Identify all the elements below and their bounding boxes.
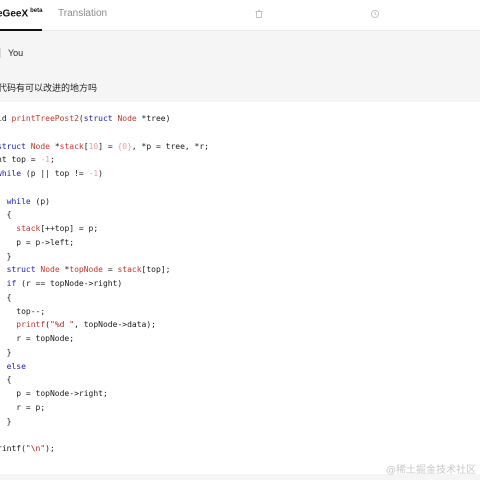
tab-codegeex[interactable]: eGeeX beta xyxy=(0,8,43,31)
code-line: struct Node *stack[10] = {0}, *p = tree,… xyxy=(0,141,209,151)
code-line: while (p) xyxy=(6,196,50,206)
code-line: printf("%d ", topNode->data); xyxy=(16,320,156,330)
code-line: struct Node *topNode = stack[top]; xyxy=(6,265,171,275)
code-line: } xyxy=(6,251,12,261)
code-line: r = p; xyxy=(0,402,46,412)
watermark: @稀土掘金技术社区 xyxy=(386,465,476,476)
code-line: while (p || top != -1) xyxy=(0,169,103,178)
code-line: r = topNode; xyxy=(0,334,75,343)
code-line: p = p->left; xyxy=(0,237,75,247)
avatar xyxy=(0,48,1,58)
code-line: { xyxy=(6,375,12,385)
code-line: id printTreePost2(struct Node *tree) xyxy=(0,114,171,123)
user-question: 代码有可以改进的地方吗 xyxy=(0,83,98,93)
tab-codegeex-label: eGeeX xyxy=(0,8,29,20)
code-content: id printTreePost2(struct Node *tree) str… xyxy=(0,112,209,456)
app-header: eGeeX beta Translation xyxy=(0,0,480,31)
beta-badge: beta xyxy=(30,8,43,14)
code-line: top--; xyxy=(0,306,46,316)
code-line: { xyxy=(6,210,12,220)
code-line: if (r == topNode->right) xyxy=(6,279,123,288)
code-line: rintf("\n"); xyxy=(0,444,55,453)
trash-icon[interactable] xyxy=(254,9,264,19)
history-icon[interactable] xyxy=(370,9,380,19)
code-line: else xyxy=(6,361,26,371)
code-line: } xyxy=(6,416,12,426)
user-name: You xyxy=(8,48,24,58)
code-block[interactable]: id printTreePost2(struct Node *tree) str… xyxy=(0,102,480,474)
code-line: p = topNode->right; xyxy=(0,389,108,398)
code-line: { xyxy=(6,292,12,302)
code-line: nt top = -1; xyxy=(0,155,55,165)
code-line: } xyxy=(6,347,12,357)
code-line: stack[++top] = p; xyxy=(16,224,99,233)
tab-translation[interactable]: Translation xyxy=(58,8,107,19)
